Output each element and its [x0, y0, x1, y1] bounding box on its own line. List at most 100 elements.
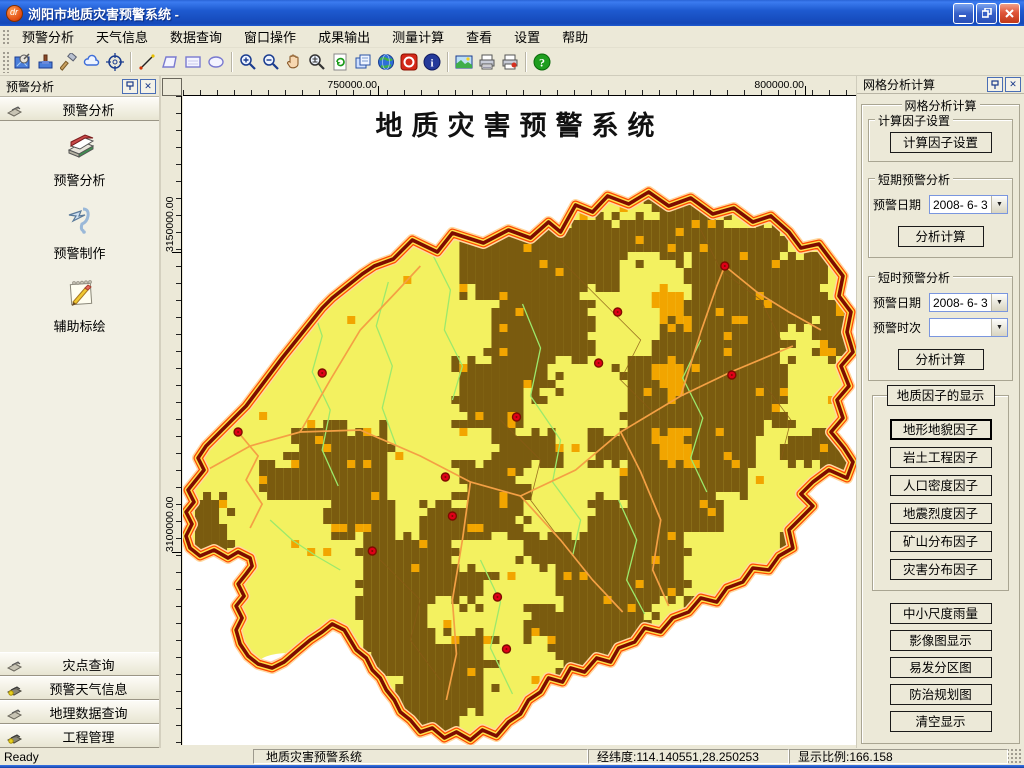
- left-dock-panel: 预警分析 ✕ 预警分析 预警分析 预警制作 辅助标绘 灾点查询: [0, 76, 161, 748]
- hazard-map[interactable]: [183, 96, 856, 745]
- layers-button[interactable]: [351, 50, 374, 73]
- factor-setting-button[interactable]: 计算因子设置: [890, 132, 992, 153]
- chevron-down-icon[interactable]: ▼: [991, 319, 1007, 336]
- stamp-button[interactable]: [34, 50, 57, 73]
- zoom-out-button[interactable]: [259, 50, 282, 73]
- group-disaster-point-query[interactable]: 灾点查询: [0, 652, 159, 676]
- resize-grip[interactable]: [1008, 749, 1022, 764]
- horizontal-ruler: 750000.00 800000.00: [183, 78, 856, 96]
- title-bar: 浏阳市地质灾害预警系统 -: [0, 0, 1024, 26]
- target-button[interactable]: [103, 50, 126, 73]
- short-time-date-combo[interactable]: 2008- 6- 3 ▼: [929, 293, 1008, 312]
- menu-window-operations[interactable]: 窗口操作: [233, 25, 307, 48]
- print-preview-button[interactable]: [498, 50, 521, 73]
- left-panel-pin-button[interactable]: [122, 79, 138, 94]
- chevron-down-icon[interactable]: ▼: [991, 196, 1007, 213]
- cloud-button[interactable]: [80, 50, 103, 73]
- group-label: 预警天气信息: [24, 679, 153, 698]
- weather-stamp-icon: [6, 679, 24, 697]
- right-panel-close-button[interactable]: ✕: [1005, 77, 1021, 92]
- pan-hand-icon: [285, 53, 303, 71]
- zoom-in-button[interactable]: [236, 50, 259, 73]
- item-label: 预警制作: [53, 243, 105, 262]
- menu-measure-calc[interactable]: 测量计算: [381, 25, 455, 48]
- geo-factor-groupbox: 地质因子的显示 地形地貌因子 岩土工程因子 人口密度因子 地震烈度因子 矿山分布…: [872, 395, 1009, 591]
- seismic-intensity-factor-button[interactable]: 地震烈度因子: [890, 503, 992, 524]
- image-display-button[interactable]: 影像图显示: [890, 630, 992, 651]
- map-canvas[interactable]: 地质灾害预警系统: [183, 96, 856, 745]
- zoom-extent-button[interactable]: [305, 50, 328, 73]
- short-term-date-combo[interactable]: 2008- 6- 3 ▼: [929, 195, 1008, 214]
- menu-bar: 预警分析 天气信息 数据查询 窗口操作 成果输出 测量计算 查看 设置 帮助: [0, 26, 1024, 48]
- pan-button[interactable]: [282, 50, 305, 73]
- geo-factor-display-button[interactable]: 地质因子的显示: [887, 385, 995, 406]
- group-warning-weather-info[interactable]: 预警天气信息: [0, 676, 159, 700]
- menu-result-output[interactable]: 成果输出: [307, 25, 381, 48]
- short-term-analyze-button[interactable]: 分析计算: [898, 226, 984, 247]
- short-term-date-label: 预警日期: [873, 196, 929, 213]
- menu-help[interactable]: 帮助: [551, 25, 599, 48]
- right-panel-pin-button[interactable]: [987, 77, 1003, 92]
- group-warning-analysis[interactable]: 预警分析: [0, 97, 159, 121]
- restore-button[interactable]: [976, 3, 997, 24]
- item-warning-analysis[interactable]: 预警分析: [20, 130, 140, 189]
- project-stamp-icon: [6, 727, 24, 745]
- item-aux-plotting[interactable]: 辅助标绘: [20, 276, 140, 335]
- short-time-analyze-button[interactable]: 分析计算: [898, 349, 984, 370]
- help-button[interactable]: ?: [530, 50, 553, 73]
- refresh-button[interactable]: [328, 50, 351, 73]
- menu-data-query[interactable]: 数据查询: [159, 25, 233, 48]
- hammer-button[interactable]: [57, 50, 80, 73]
- ellipse-tool-button[interactable]: [204, 50, 227, 73]
- v-ruler-label: 3100000.00: [164, 488, 176, 552]
- item-label: 预警分析: [53, 170, 105, 189]
- stamp-small-icon: [6, 100, 24, 118]
- map-edit-button[interactable]: [11, 50, 34, 73]
- toolbar-separator: [130, 52, 131, 72]
- image-view-button[interactable]: [452, 50, 475, 73]
- terrain-factor-button[interactable]: 地形地貌因子: [890, 419, 992, 440]
- minimize-button[interactable]: [953, 3, 974, 24]
- menu-view[interactable]: 查看: [455, 25, 503, 48]
- geotech-factor-button[interactable]: 岩土工程因子: [890, 447, 992, 468]
- menu-settings[interactable]: 设置: [503, 25, 551, 48]
- group-project-management[interactable]: 工程管理: [0, 724, 159, 748]
- right-dock-panel: 网格分析计算 ✕ 网格分析计算 计算因子设置 计算因子设置 短期预警分析 预警日…: [856, 76, 1024, 748]
- status-system-name: 地质灾害预警系统: [253, 749, 588, 764]
- status-bar: Ready 地质灾害预警系统 经纬度:114.140551,28.250253 …: [0, 748, 1024, 765]
- prevention-plan-button[interactable]: 防治规划图: [890, 684, 992, 705]
- group-geo-data-query[interactable]: 地理数据查询: [0, 700, 159, 724]
- menu-grip[interactable]: [1, 28, 10, 45]
- mine-distribution-factor-button[interactable]: 矿山分布因子: [890, 531, 992, 552]
- printer-preview-icon: [501, 53, 519, 71]
- disaster-distribution-factor-button[interactable]: 灾害分布因子: [890, 559, 992, 580]
- stop-button[interactable]: [397, 50, 420, 73]
- right-panel-title: 网格分析计算: [863, 76, 985, 93]
- clear-display-button[interactable]: 清空显示: [890, 711, 992, 732]
- info-button[interactable]: i: [420, 50, 443, 73]
- population-density-factor-button[interactable]: 人口密度因子: [890, 475, 992, 496]
- short-time-times-combo[interactable]: ▼: [929, 318, 1008, 337]
- stop-icon: [400, 53, 418, 71]
- susceptibility-zoning-button[interactable]: 易发分区图: [890, 657, 992, 678]
- item-warning-maker[interactable]: 预警制作: [20, 203, 140, 262]
- chevron-down-icon[interactable]: ▼: [991, 294, 1007, 311]
- menu-warning-analysis[interactable]: 预警分析: [11, 25, 85, 48]
- polygon-tool-button[interactable]: [158, 50, 181, 73]
- toolbar-grip[interactable]: [1, 50, 10, 73]
- refresh-page-icon: [331, 53, 349, 71]
- group-label: 地理数据查询: [24, 703, 153, 722]
- line-tool-button[interactable]: [135, 50, 158, 73]
- status-lat-lon: 经纬度:114.140551,28.250253: [588, 749, 789, 764]
- h-ruler-label: 750000.00: [313, 79, 377, 91]
- close-button[interactable]: [999, 3, 1020, 24]
- globe-button[interactable]: [374, 50, 397, 73]
- globe-icon: [377, 53, 395, 71]
- print-button[interactable]: [475, 50, 498, 73]
- left-panel-close-button[interactable]: ✕: [140, 79, 156, 94]
- rectangle-tool-button[interactable]: [181, 50, 204, 73]
- hammer-icon: [60, 53, 78, 71]
- meso-scale-rainfall-button[interactable]: 中小尺度雨量: [890, 603, 992, 624]
- menu-weather-info[interactable]: 天气信息: [85, 25, 159, 48]
- factor-setting-groupbox: 计算因子设置 计算因子设置: [868, 119, 1013, 162]
